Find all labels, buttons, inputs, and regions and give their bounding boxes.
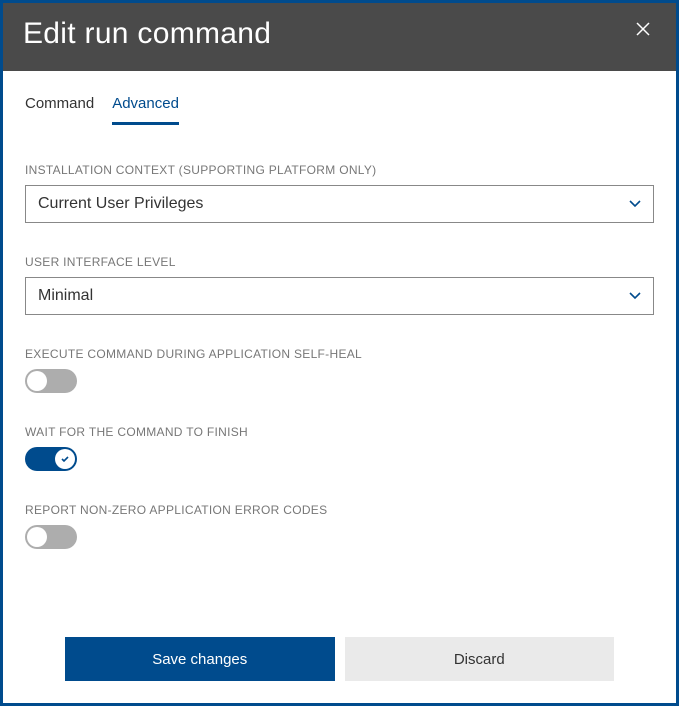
toggle-knob xyxy=(55,449,75,469)
ui-level-field: USER INTERFACE LEVEL Minimal xyxy=(25,255,654,315)
wait-finish-field: WAIT FOR THE COMMAND TO FINISH xyxy=(25,425,654,471)
chevron-down-icon xyxy=(629,200,641,208)
report-nonzero-field: REPORT NON-ZERO APPLICATION ERROR CODES xyxy=(25,503,654,549)
dialog-title: Edit run command xyxy=(23,17,271,51)
tab-advanced[interactable]: Advanced xyxy=(112,89,179,125)
ui-level-label: USER INTERFACE LEVEL xyxy=(25,255,654,269)
report-nonzero-label: REPORT NON-ZERO APPLICATION ERROR CODES xyxy=(25,503,654,517)
installation-context-value: Current User Privileges xyxy=(38,195,203,213)
installation-context-select[interactable]: Current User Privileges xyxy=(25,185,654,223)
toggle-knob xyxy=(27,371,47,391)
self-heal-field: EXECUTE COMMAND DURING APPLICATION SELF-… xyxy=(25,347,654,393)
installation-context-label: INSTALLATION CONTEXT (SUPPORTING PLATFOR… xyxy=(25,163,654,177)
self-heal-label: EXECUTE COMMAND DURING APPLICATION SELF-… xyxy=(25,347,654,361)
installation-context-field: INSTALLATION CONTEXT (SUPPORTING PLATFOR… xyxy=(25,163,654,223)
ui-level-select[interactable]: Minimal xyxy=(25,277,654,315)
tab-bar: Command Advanced xyxy=(25,89,654,125)
discard-button[interactable]: Discard xyxy=(345,637,615,681)
wait-finish-label: WAIT FOR THE COMMAND TO FINISH xyxy=(25,425,654,439)
button-row: Save changes Discard xyxy=(25,637,654,703)
titlebar: Edit run command xyxy=(3,3,676,71)
toggle-knob xyxy=(27,527,47,547)
report-nonzero-toggle[interactable] xyxy=(25,525,77,549)
ui-level-value: Minimal xyxy=(38,287,93,305)
wait-finish-toggle[interactable] xyxy=(25,447,77,471)
close-icon[interactable] xyxy=(636,17,656,39)
self-heal-toggle[interactable] xyxy=(25,369,77,393)
chevron-down-icon xyxy=(629,292,641,300)
save-button[interactable]: Save changes xyxy=(65,637,335,681)
dialog-content: Command Advanced INSTALLATION CONTEXT (S… xyxy=(3,71,676,703)
edit-run-command-dialog: Edit run command Command Advanced INSTAL… xyxy=(0,0,679,706)
tab-command[interactable]: Command xyxy=(25,89,94,125)
